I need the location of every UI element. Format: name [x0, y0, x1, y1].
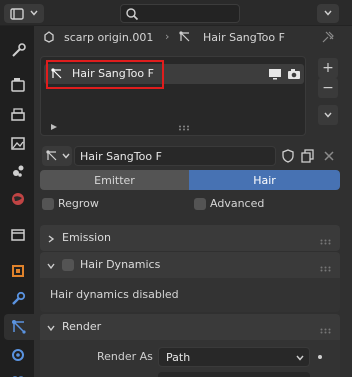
- tab-output[interactable]: [5, 102, 31, 128]
- physics-icon: [12, 349, 24, 361]
- collection-icon: [11, 229, 25, 241]
- emission-panel[interactable]: Emission: [40, 225, 340, 251]
- scene-icon: [13, 165, 24, 177]
- chevron-right-icon: [47, 233, 55, 243]
- tab-view-layer[interactable]: [5, 130, 31, 156]
- render-panel-title: Render: [62, 320, 102, 333]
- list-resize-grip[interactable]: [178, 125, 192, 131]
- tool-icon: [12, 43, 26, 57]
- render-as-dropdown[interactable]: Path: [158, 347, 310, 367]
- camera-icon[interactable]: [287, 67, 301, 81]
- editor-type-button[interactable]: [4, 4, 44, 23]
- chevron-down-icon: [47, 322, 55, 332]
- render-panel-header[interactable]: Render: [40, 314, 340, 340]
- search-field[interactable]: [120, 4, 240, 23]
- tab-render[interactable]: [5, 72, 31, 98]
- breadcrumb-separator: ›: [165, 30, 170, 43]
- properties-tab-bar: [0, 26, 34, 377]
- properties-editor-icon: [10, 7, 24, 21]
- world-icon: [12, 193, 24, 205]
- regrow-checkbox[interactable]: [42, 198, 54, 210]
- duplicate-icon[interactable]: [300, 148, 316, 164]
- emitter-type-button[interactable]: Emitter: [40, 170, 189, 190]
- breadcrumb-object: scarp origin.001: [64, 31, 154, 44]
- particle-type-toggle: Emitter Hair: [40, 170, 340, 190]
- drag-handle-icon[interactable]: [320, 262, 332, 272]
- object-icon: [12, 265, 24, 277]
- hair-dynamics-panel: Hair Dynamics Hair dynamics disabled: [40, 252, 340, 312]
- drag-handle-icon[interactable]: [320, 324, 332, 334]
- chevron-down-icon: [29, 8, 39, 18]
- chevron-down-icon: [61, 151, 71, 161]
- settings-browse-button[interactable]: [42, 146, 72, 166]
- unlink-close-icon[interactable]: [321, 148, 337, 164]
- constraints-icon: [12, 376, 24, 377]
- chevron-down-icon: [295, 353, 305, 363]
- regrow-label: Regrow: [58, 197, 99, 210]
- advanced-checkbox[interactable]: [194, 198, 206, 210]
- hair-type-button[interactable]: Hair: [189, 170, 340, 190]
- render-panel: Render: [40, 314, 340, 377]
- tab-world[interactable]: [5, 186, 31, 212]
- breadcrumb: scarp origin.001 › Hair SangToo F: [34, 26, 352, 50]
- list-options-button[interactable]: [318, 105, 338, 125]
- chevron-down-icon: [47, 260, 55, 270]
- hair-dynamics-status-text: Hair dynamics disabled: [50, 288, 179, 301]
- tab-collection[interactable]: [5, 222, 31, 248]
- particle-settings-name-field[interactable]: Hair SangToo F: [74, 146, 276, 166]
- render-as-label: Render As: [97, 350, 153, 363]
- drag-handle-icon[interactable]: [320, 235, 332, 245]
- breadcrumb-particle-system: Hair SangToo F: [203, 31, 285, 44]
- fake-user-shield-icon[interactable]: [280, 148, 296, 164]
- emission-panel-title: Emission: [62, 231, 111, 244]
- tab-particles[interactable]: [4, 314, 34, 340]
- monitor-icon[interactable]: [268, 67, 282, 81]
- view-layer-icon: [11, 137, 25, 150]
- output-printer-icon: [11, 108, 25, 121]
- pin-icon[interactable]: [321, 30, 335, 44]
- animate-property-dot[interactable]: [318, 355, 322, 359]
- advanced-label: Advanced: [210, 197, 265, 210]
- add-particle-system-button[interactable]: +: [318, 58, 338, 78]
- tab-tool[interactable]: [5, 38, 31, 64]
- hair-dynamics-panel-title: Hair Dynamics: [80, 258, 161, 271]
- hair-dynamics-header[interactable]: Hair Dynamics: [40, 252, 340, 278]
- render-as-value: Path: [166, 351, 191, 364]
- wrench-icon: [12, 291, 26, 305]
- particles-icon: [12, 320, 26, 334]
- tab-object[interactable]: [5, 258, 31, 284]
- selection-highlight: [46, 60, 164, 89]
- render-camera-icon: [11, 78, 25, 92]
- list-expand-arrow-icon[interactable]: [50, 123, 58, 131]
- tab-scene[interactable]: [5, 158, 31, 184]
- hair-dynamics-checkbox[interactable]: [62, 259, 74, 271]
- options-dropdown-button[interactable]: [317, 4, 339, 23]
- particle-settings-name: Hair SangToo F: [80, 150, 162, 163]
- chevron-down-icon: [323, 8, 333, 18]
- next-row-partial: [158, 372, 310, 377]
- tab-constraints[interactable]: [5, 368, 31, 377]
- tab-physics[interactable]: [5, 342, 31, 368]
- particles-icon: [178, 30, 192, 44]
- search-icon: [125, 7, 139, 21]
- mesh-object-icon: [42, 30, 56, 44]
- tab-modifiers[interactable]: [5, 286, 31, 312]
- chevron-down-icon: [324, 112, 332, 118]
- particles-icon: [45, 149, 59, 163]
- remove-particle-system-button[interactable]: −: [318, 78, 338, 98]
